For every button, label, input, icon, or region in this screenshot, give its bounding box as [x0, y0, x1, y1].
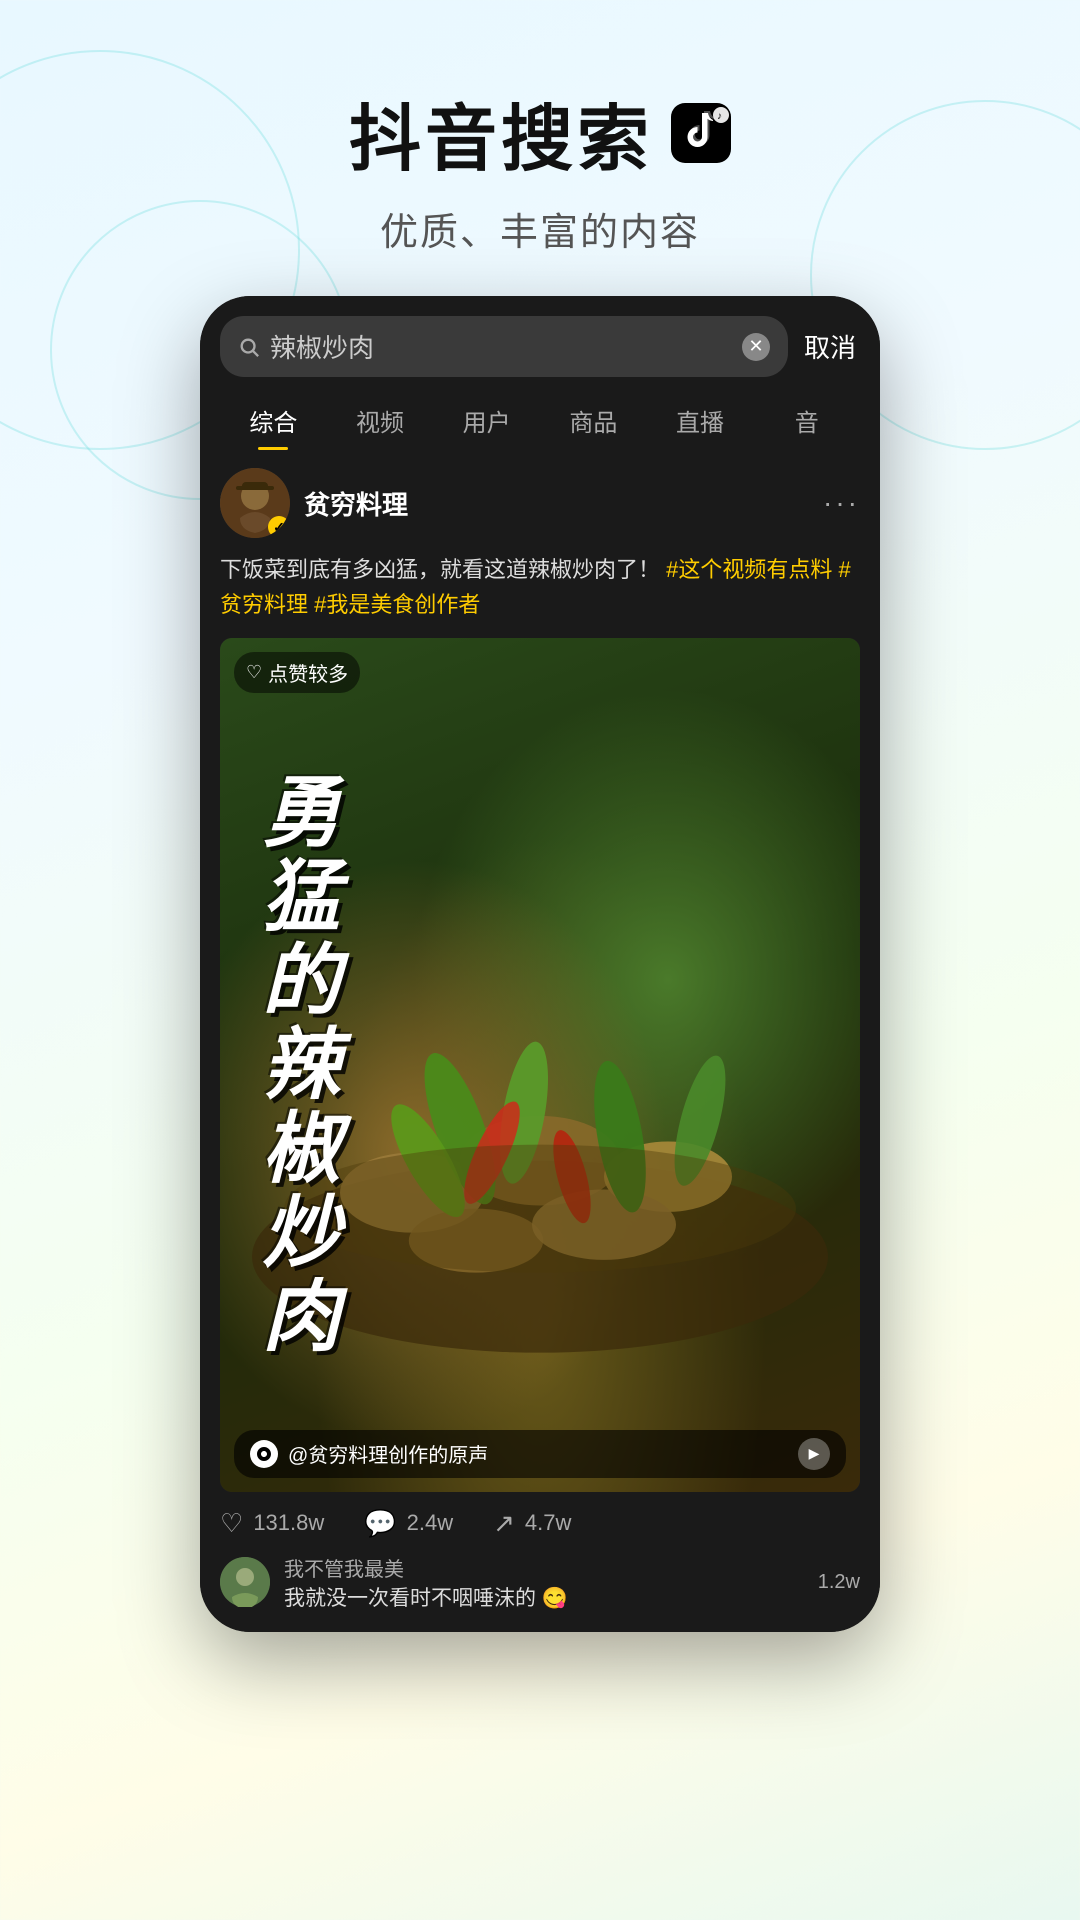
- tabs-row: 综合 视频 用户 商品 直播 音: [200, 377, 880, 448]
- video-big-text: 勇猛的辣椒炒肉: [253, 771, 335, 1359]
- post-description: 下饭菜到底有多凶猛，就看这道辣椒炒肉了！: [220, 557, 660, 582]
- top-section: 抖音搜索 ♪ 优质、丰富的内容: [0, 0, 1080, 296]
- audio-logo: [250, 1440, 278, 1468]
- tab-视频[interactable]: 视频: [327, 393, 434, 448]
- comment-icon: 💬: [364, 1508, 396, 1539]
- tiktok-logo-icon: ♪: [671, 103, 731, 163]
- commenter-avatar: [220, 1557, 270, 1607]
- share-icon: ↗: [493, 1508, 515, 1539]
- hashtag-3[interactable]: #我是美食创作者: [314, 592, 480, 617]
- page-subtitle: 优质、丰富的内容: [0, 201, 1080, 256]
- comment-likes: 1.2w: [818, 1571, 860, 1594]
- video-thumbnail[interactable]: 勇猛的辣椒炒肉 ♡ 点赞较多: [220, 638, 860, 1491]
- likes-badge: ♡ 点赞较多: [234, 652, 360, 693]
- tab-用户[interactable]: 用户: [433, 393, 540, 448]
- svg-text:♪: ♪: [717, 111, 722, 122]
- video-text-overlay: 勇猛的辣椒炒肉: [220, 638, 860, 1491]
- comments-stat[interactable]: 💬 2.4w: [364, 1508, 453, 1539]
- phone-wrapper: 辣椒炒肉 ✕ 取消 综合 视频 用户 商品 直播 音: [0, 296, 1080, 1632]
- comments-count: 2.4w: [407, 1510, 453, 1536]
- search-query: 辣椒炒肉: [270, 328, 732, 365]
- page-title: 抖音搜索: [349, 80, 653, 185]
- tab-直播[interactable]: 直播: [647, 393, 754, 448]
- title-row: 抖音搜索 ♪: [0, 80, 1080, 185]
- clear-button[interactable]: ✕: [742, 333, 770, 361]
- comment-row: 我不管我最美 我就没一次看时不咽唾沫的 😋 1.2w: [220, 1539, 860, 1612]
- heart-icon: ♡: [246, 662, 262, 683]
- tab-音[interactable]: 音: [753, 393, 860, 448]
- verified-badge: ✓: [268, 516, 290, 538]
- cancel-button[interactable]: 取消: [800, 320, 860, 373]
- author-row: ✓ 贫穷料理 ···: [220, 468, 860, 538]
- content-area: ✓ 贫穷料理 ··· 下饭菜到底有多凶猛，就看这道辣椒炒肉了！ #这个视频有点料…: [200, 448, 880, 1632]
- play-button[interactable]: ▶: [798, 1438, 830, 1470]
- avatar: ✓: [220, 468, 290, 538]
- tab-综合[interactable]: 综合: [220, 393, 327, 448]
- likes-stat[interactable]: ♡ 131.8w: [220, 1508, 324, 1539]
- likes-count: 131.8w: [253, 1510, 324, 1536]
- commenter-username: 我不管我最美: [284, 1553, 804, 1582]
- heart-icon: ♡: [220, 1508, 243, 1539]
- hashtag-1[interactable]: #这个视频有点料: [666, 557, 832, 582]
- comment-text-area: 我不管我最美 我就没一次看时不咽唾沫的 😋: [284, 1553, 804, 1612]
- search-icon: [238, 336, 260, 358]
- tab-商品[interactable]: 商品: [540, 393, 647, 448]
- stats-row: ♡ 131.8w 💬 2.4w ↗ 4.7w: [220, 1492, 860, 1539]
- more-options-button[interactable]: ···: [823, 487, 860, 519]
- audio-text: @贫穷料理创作的原声: [288, 1439, 788, 1468]
- shares-count: 4.7w: [525, 1510, 571, 1536]
- video-background: 勇猛的辣椒炒肉 ♡ 点赞较多: [220, 638, 860, 1491]
- audio-bar[interactable]: @贫穷料理创作的原声 ▶: [234, 1430, 846, 1478]
- search-input-box[interactable]: 辣椒炒肉 ✕: [220, 316, 788, 377]
- likes-badge-text: 点赞较多: [268, 658, 348, 687]
- phone-frame: 辣椒炒肉 ✕ 取消 综合 视频 用户 商品 直播 音: [200, 296, 880, 1632]
- author-name: 贫穷料理: [304, 485, 408, 522]
- search-bar-area: 辣椒炒肉 ✕ 取消: [200, 296, 880, 377]
- post-text: 下饭菜到底有多凶猛，就看这道辣椒炒肉了！ #这个视频有点料 #贫穷料理 #我是美…: [220, 552, 860, 622]
- shares-stat[interactable]: ↗ 4.7w: [493, 1508, 571, 1539]
- comment-content: 我就没一次看时不咽唾沫的 😋: [284, 1582, 804, 1612]
